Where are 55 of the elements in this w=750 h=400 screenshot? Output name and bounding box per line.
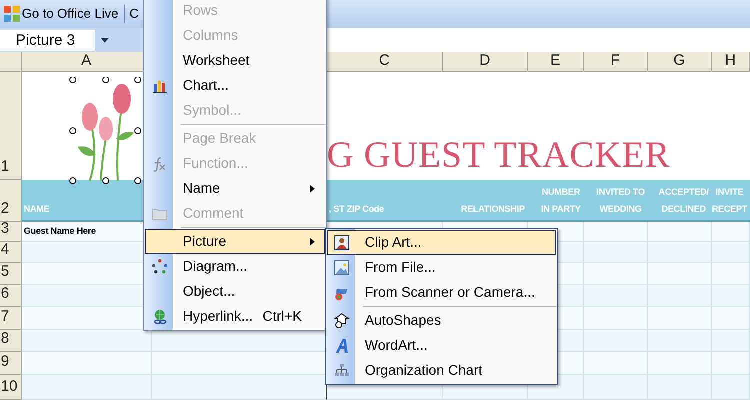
column-heading: ACCEPTED/ DECLINED bbox=[658, 186, 709, 216]
table-cell[interactable] bbox=[152, 352, 327, 375]
row-header[interactable]: 2 bbox=[0, 180, 22, 222]
shapes-outline-icon bbox=[334, 312, 350, 328]
row-header[interactable]: 5 bbox=[0, 263, 22, 285]
function-icon bbox=[152, 156, 168, 172]
menu-item[interactable]: From Scanner or Camera... bbox=[327, 280, 556, 305]
row-header[interactable]: 10 bbox=[0, 375, 22, 400]
person-frame-icon bbox=[334, 234, 350, 250]
column-header[interactable]: C bbox=[327, 52, 443, 72]
row-header[interactable]: 6 bbox=[0, 285, 22, 307]
toolbar-button[interactable]: C bbox=[128, 4, 141, 24]
table-cell[interactable] bbox=[152, 375, 327, 400]
office-squares-icon bbox=[4, 6, 20, 22]
column-heading: NUMBER IN PARTY bbox=[541, 186, 581, 216]
column-header[interactable]: F bbox=[584, 52, 648, 72]
menu-item[interactable]: WordArt... bbox=[327, 333, 556, 358]
diagram-circle-icon bbox=[152, 258, 168, 274]
row-header[interactable]: 8 bbox=[0, 330, 22, 352]
column-heading: RELATIONSHIP bbox=[461, 203, 525, 216]
menu-item[interactable]: Chart... bbox=[145, 73, 325, 98]
sheet-title: G GUEST TRACKER bbox=[327, 136, 670, 176]
dropdown-arrow-icon bbox=[101, 38, 109, 43]
menu-item[interactable]: Object... bbox=[145, 279, 325, 304]
column-header[interactable]: H bbox=[712, 52, 750, 72]
select-all-corner[interactable] bbox=[0, 52, 22, 72]
menu-item[interactable]: AutoShapes bbox=[327, 308, 556, 333]
menu-item[interactable]: Clip Art... bbox=[327, 230, 556, 255]
row-header[interactable]: 1 bbox=[0, 72, 22, 180]
formula-bar[interactable] bbox=[327, 28, 750, 52]
landscape-image-icon bbox=[334, 260, 350, 276]
menu-item[interactable]: Hyperlink... Ctrl+K bbox=[145, 304, 325, 329]
column-heading: NAME bbox=[24, 203, 50, 216]
globe-link-icon bbox=[152, 308, 168, 324]
cell-text: Guest Name Here bbox=[24, 225, 96, 238]
hierarchy-icon bbox=[334, 362, 350, 378]
menu-item[interactable]: Picture bbox=[145, 229, 325, 254]
column-header[interactable]: D bbox=[443, 52, 528, 72]
column-heading: INVITED TO WEDDING bbox=[596, 186, 645, 216]
slanted-letter-icon bbox=[334, 338, 350, 354]
tulip-clipart-drawing[interactable] bbox=[68, 77, 142, 185]
column-heading: INVITE RECEPT bbox=[712, 186, 748, 216]
column-header[interactable]: G bbox=[648, 52, 712, 72]
name-box[interactable]: Picture 3 bbox=[0, 30, 95, 51]
row-header[interactable]: 4 bbox=[0, 242, 22, 263]
row-header[interactable]: 9 bbox=[0, 352, 22, 375]
row-header[interactable]: 7 bbox=[0, 307, 22, 330]
menu-item[interactable]: Organization Chart bbox=[327, 358, 556, 383]
column-header[interactable]: E bbox=[528, 52, 584, 72]
column-heading: , ST ZIP Code bbox=[329, 203, 384, 216]
table-cell[interactable] bbox=[152, 330, 327, 352]
toolbar-button[interactable]: Go to Office Live bbox=[20, 4, 121, 24]
row-header[interactable]: 3 bbox=[0, 222, 22, 242]
menu-item[interactable]: Diagram... bbox=[145, 254, 325, 279]
menu-item[interactable]: From File... bbox=[327, 255, 556, 280]
